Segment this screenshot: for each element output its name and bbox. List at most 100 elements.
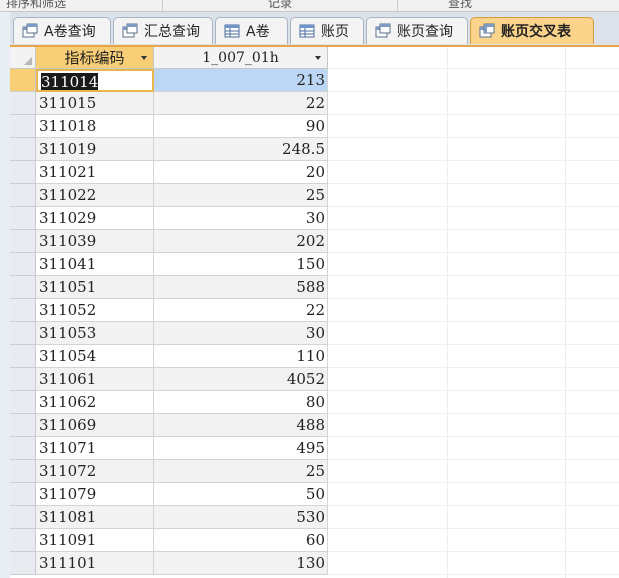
tab-ledger-table[interactable]: 账页 bbox=[290, 17, 364, 44]
cell-indicator-code[interactable]: 311069 bbox=[36, 414, 154, 437]
row-selector[interactable] bbox=[10, 368, 36, 391]
cell-value[interactable]: 30 bbox=[154, 322, 328, 345]
datasheet[interactable]: 指标编码 1_007_01h 311014 213 311015 22 311018 90… bbox=[10, 47, 619, 578]
table-row[interactable]: 311061 4052 bbox=[10, 368, 619, 391]
cell-indicator-code[interactable]: 311029 bbox=[36, 207, 154, 230]
table-row[interactable]: 311052 22 bbox=[10, 299, 619, 322]
table-row[interactable]: 311054 110 bbox=[10, 345, 619, 368]
row-selector[interactable] bbox=[10, 115, 36, 138]
row-selector[interactable] bbox=[10, 92, 36, 115]
tab-summary-query[interactable]: 汇总查询 bbox=[113, 17, 213, 44]
cell-indicator-code[interactable]: 311041 bbox=[36, 253, 154, 276]
cell-indicator-code[interactable]: 311054 bbox=[36, 345, 154, 368]
cell-value[interactable]: 25 bbox=[154, 184, 328, 207]
cell-indicator-code[interactable]: 311101 bbox=[36, 552, 154, 575]
tab-a-juan-table[interactable]: A卷 bbox=[215, 17, 288, 44]
cell-value[interactable]: 22 bbox=[154, 299, 328, 322]
row-selector[interactable] bbox=[10, 391, 36, 414]
cell-indicator-code[interactable]: 311061 bbox=[36, 368, 154, 391]
cell-indicator-code[interactable]: 311018 bbox=[36, 115, 154, 138]
row-selector[interactable] bbox=[10, 529, 36, 552]
tab-a-juan-query[interactable]: A卷查询 bbox=[13, 17, 111, 44]
cell-indicator-code[interactable]: 311072 bbox=[36, 460, 154, 483]
table-row[interactable]: 311079 50 bbox=[10, 483, 619, 506]
cell-value[interactable]: 50 bbox=[154, 483, 328, 506]
column-header-1-007-01h[interactable]: 1_007_01h bbox=[154, 47, 328, 69]
table-row[interactable]: 311018 90 bbox=[10, 115, 619, 138]
dropdown-arrow-icon[interactable] bbox=[315, 56, 321, 60]
row-selector[interactable] bbox=[10, 184, 36, 207]
table-row[interactable]: 311039 202 bbox=[10, 230, 619, 253]
table-row[interactable]: 311069 488 bbox=[10, 414, 619, 437]
column-header-indicator-code[interactable]: 指标编码 bbox=[36, 47, 154, 69]
cell-value[interactable]: 110 bbox=[154, 345, 328, 368]
table-row[interactable]: 311021 20 bbox=[10, 161, 619, 184]
cell-value[interactable]: 130 bbox=[154, 552, 328, 575]
row-selector[interactable] bbox=[10, 276, 36, 299]
cell-value[interactable]: 80 bbox=[154, 391, 328, 414]
cell-value[interactable]: 588 bbox=[154, 276, 328, 299]
tab-ledger-query[interactable]: 账页查询 bbox=[366, 17, 468, 44]
table-row[interactable]: 311091 60 bbox=[10, 529, 619, 552]
table-row[interactable]: 311101 130 bbox=[10, 552, 619, 575]
tab-ledger-crosstab[interactable]: 账页交叉表 bbox=[470, 17, 594, 44]
cell-value[interactable]: 488 bbox=[154, 414, 328, 437]
row-selector[interactable] bbox=[10, 345, 36, 368]
table-row[interactable]: 311019 248.5 bbox=[10, 138, 619, 161]
cell-value[interactable]: 30 bbox=[154, 207, 328, 230]
cell-value[interactable]: 213 bbox=[154, 69, 328, 92]
row-selector[interactable] bbox=[10, 460, 36, 483]
table-row[interactable]: 311053 30 bbox=[10, 322, 619, 345]
row-selector[interactable] bbox=[10, 299, 36, 322]
cell-indicator-code[interactable]: 311052 bbox=[36, 299, 154, 322]
row-selector[interactable] bbox=[10, 253, 36, 276]
cell-value[interactable]: 25 bbox=[154, 460, 328, 483]
cell-indicator-code[interactable]: 311021 bbox=[36, 161, 154, 184]
row-selector[interactable] bbox=[10, 161, 36, 184]
cell-indicator-code[interactable]: 311053 bbox=[36, 322, 154, 345]
cell-indicator-code[interactable]: 311062 bbox=[36, 391, 154, 414]
cell-value[interactable]: 60 bbox=[154, 529, 328, 552]
select-all-corner[interactable] bbox=[10, 47, 36, 69]
table-row[interactable]: 311062 80 bbox=[10, 391, 619, 414]
cell-indicator-code[interactable]: 311071 bbox=[36, 437, 154, 460]
table-row[interactable]: 311015 22 bbox=[10, 92, 619, 115]
row-selector[interactable] bbox=[10, 138, 36, 161]
table-row[interactable]: 311014 213 bbox=[10, 69, 619, 92]
cell-indicator-code[interactable]: 311022 bbox=[36, 184, 154, 207]
cell-indicator-code[interactable]: 311019 bbox=[36, 138, 154, 161]
cell-indicator-code[interactable]: 311091 bbox=[36, 529, 154, 552]
row-selector[interactable] bbox=[10, 552, 36, 575]
table-row[interactable]: 311071 495 bbox=[10, 437, 619, 460]
table-row[interactable]: 311029 30 bbox=[10, 207, 619, 230]
cell-value[interactable]: 202 bbox=[154, 230, 328, 253]
cell-value[interactable]: 22 bbox=[154, 92, 328, 115]
cell-indicator-code[interactable]: 311014 bbox=[36, 69, 154, 92]
cell-value[interactable]: 495 bbox=[154, 437, 328, 460]
row-selector[interactable] bbox=[10, 437, 36, 460]
cell-value[interactable]: 90 bbox=[154, 115, 328, 138]
row-selector[interactable] bbox=[10, 506, 36, 529]
row-selector[interactable] bbox=[10, 322, 36, 345]
cell-indicator-code[interactable]: 311079 bbox=[36, 483, 154, 506]
table-row[interactable]: 311041 150 bbox=[10, 253, 619, 276]
row-selector[interactable] bbox=[10, 207, 36, 230]
dropdown-arrow-icon[interactable] bbox=[141, 56, 147, 60]
cell-indicator-code[interactable]: 311039 bbox=[36, 230, 154, 253]
row-selector[interactable] bbox=[10, 483, 36, 506]
table-row[interactable]: 311072 25 bbox=[10, 460, 619, 483]
cell-value[interactable]: 530 bbox=[154, 506, 328, 529]
row-selector[interactable] bbox=[10, 69, 36, 92]
row-selector[interactable] bbox=[10, 414, 36, 437]
table-row[interactable]: 311022 25 bbox=[10, 184, 619, 207]
cell-indicator-code[interactable]: 311015 bbox=[36, 92, 154, 115]
cell-value[interactable]: 4052 bbox=[154, 368, 328, 391]
cell-value[interactable]: 248.5 bbox=[154, 138, 328, 161]
row-selector[interactable] bbox=[10, 230, 36, 253]
cell-indicator-code[interactable]: 311051 bbox=[36, 276, 154, 299]
cell-value[interactable]: 20 bbox=[154, 161, 328, 184]
cell-value[interactable]: 150 bbox=[154, 253, 328, 276]
cell-indicator-code[interactable]: 311081 bbox=[36, 506, 154, 529]
table-row[interactable]: 311081 530 bbox=[10, 506, 619, 529]
table-row[interactable]: 311051 588 bbox=[10, 276, 619, 299]
